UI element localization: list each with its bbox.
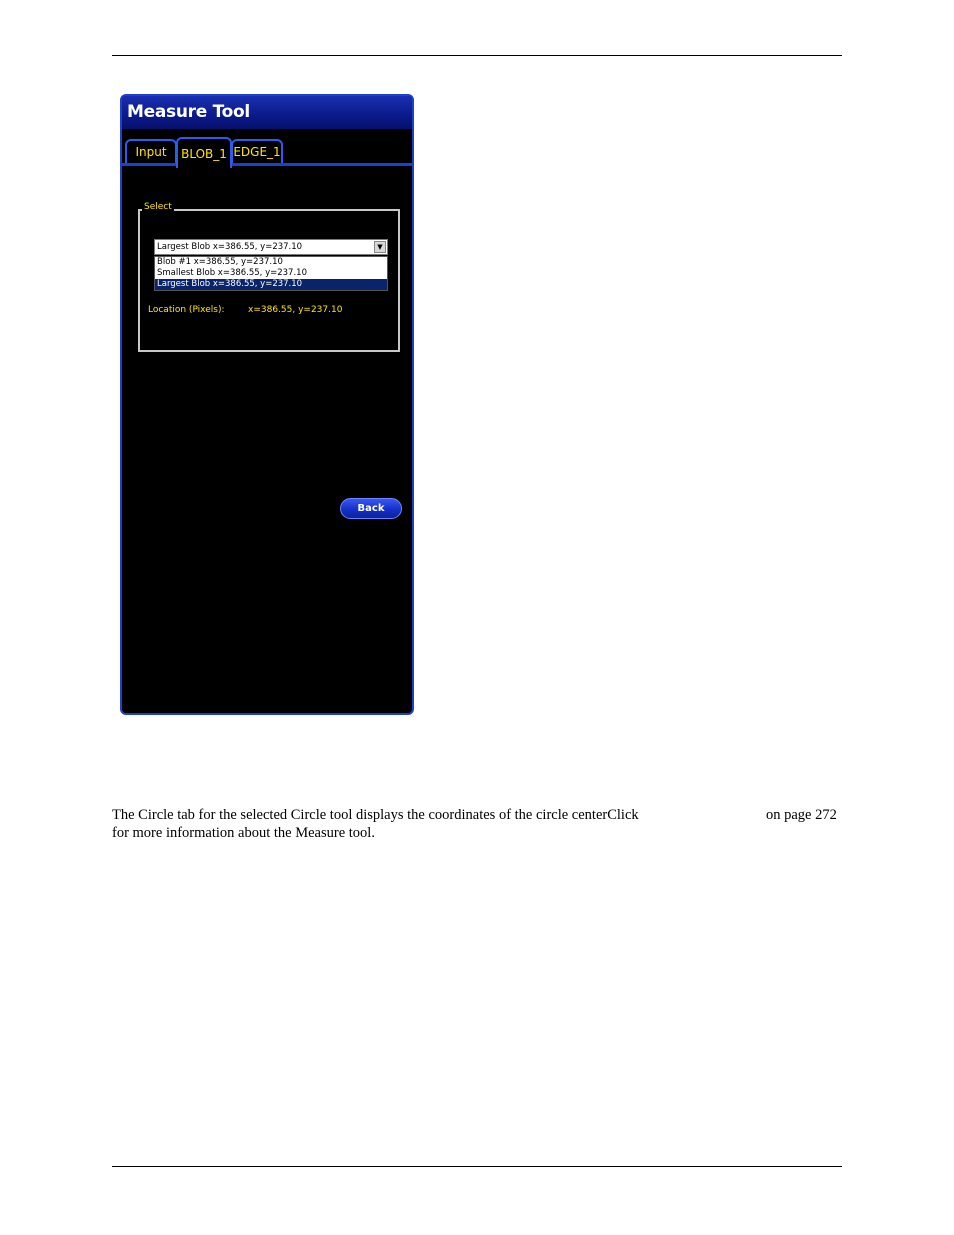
location-value: x=386.55, y=237.10 — [248, 305, 343, 315]
option-largest-blob[interactable]: Largest Blob x=386.55, y=237.10 — [155, 279, 387, 290]
title-bar: Measure Tool — [122, 96, 412, 129]
tab-blob-1[interactable]: BLOB_1 — [176, 137, 232, 168]
location-label: Location (Pixels): — [148, 305, 225, 315]
chevron-down-icon[interactable]: ▼ — [374, 241, 386, 253]
back-button[interactable]: Back — [340, 498, 402, 519]
footer-rule — [112, 1166, 842, 1167]
option-smallest-blob[interactable]: Smallest Blob x=386.55, y=237.10 — [155, 268, 387, 279]
header-rule — [112, 55, 842, 56]
measure-tool-window: Measure Tool Input EDGE_1 BLOB_1 Select … — [120, 94, 414, 715]
body-paragraph: The Circle tab for the selected Circle t… — [112, 806, 842, 842]
window-title: Measure Tool — [127, 102, 250, 122]
blob-select-combobox[interactable]: Largest Blob x=386.55, y=237.10 ▼ — [154, 239, 388, 255]
select-group-label: Select — [142, 202, 174, 212]
tab-input[interactable]: Input — [125, 139, 177, 165]
body-line-2: for more information about the Measure t… — [112, 825, 375, 841]
combo-value: Largest Blob x=386.55, y=237.10 — [157, 242, 303, 252]
option-blob-1[interactable]: Blob #1 x=386.55, y=237.10 — [155, 257, 387, 268]
tab-edge-1[interactable]: EDGE_1 — [231, 139, 283, 165]
blob-select-dropdown-list: Blob #1 x=386.55, y=237.10 Smallest Blob… — [154, 256, 388, 291]
page-reference[interactable]: on page 272 — [766, 806, 837, 824]
body-line-1: The Circle tab for the selected Circle t… — [112, 807, 639, 823]
tab-underline — [122, 163, 412, 166]
